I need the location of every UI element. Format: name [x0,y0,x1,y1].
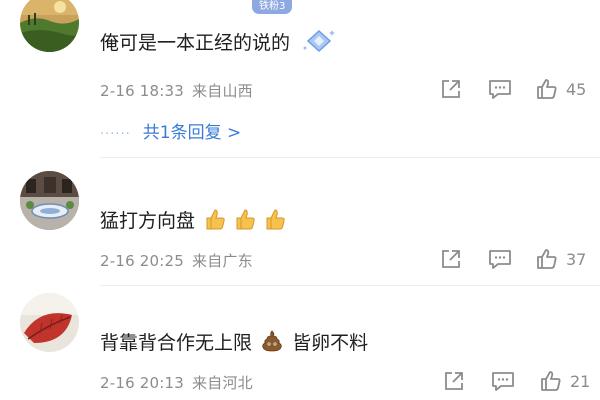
share-icon[interactable] [443,370,465,392]
comment-icon[interactable] [488,248,512,270]
courtyard-avatar-icon [20,171,79,230]
comment-time: 2-16 18:33 [100,82,185,100]
avatar[interactable] [20,293,79,352]
thumbs-up-icon[interactable] [539,369,563,393]
thumbs-up-icon[interactable] [535,77,559,101]
share-icon[interactable] [440,248,462,270]
divider [100,157,600,158]
view-replies-link[interactable]: ······ 共1条回复 > [100,118,241,143]
comment-location: 来自山西 [192,82,253,100]
comment-text: 背靠背合作无上限 皆卵不料 [100,328,368,358]
share-icon[interactable] [440,78,462,100]
landscape-avatar-icon [20,0,79,52]
diamond-sticker-icon [302,28,336,59]
avatar[interactable] [20,0,79,52]
thumbs-up-emoji-icon [235,207,257,236]
like-count: 21 [570,372,591,391]
comment-text: 猛打方向盘 [100,206,287,236]
like-count: 37 [566,250,587,269]
comment-location: 来自广东 [192,252,253,270]
replies-dots: ······ [100,127,131,142]
comment-body: 俺可是一本正经的说的 [100,32,291,54]
comment-meta: 2-16 20:13 来自河北 [100,372,253,393]
comment-body: 背靠背合作无上限 [100,332,253,354]
comment-body: 猛打方向盘 [100,210,196,232]
comment-icon[interactable] [488,78,512,100]
thumbs-up-icon[interactable] [535,247,559,271]
comment-text: 俺可是一本正经的说的 [100,28,336,59]
comment-meta: 2-16 18:33 来自山西 [100,80,253,101]
comment-time: 2-16 20:25 [100,252,185,270]
fan-badge: 铁粉3 [252,0,293,14]
poop-emoji-icon [260,329,284,358]
comment-meta: 2-16 20:25 来自广东 [100,250,253,271]
replies-label: 共1条回复 > [142,123,242,143]
like-count: 45 [566,80,587,99]
divider [100,285,600,286]
comment-icon[interactable] [491,370,515,392]
thumbs-up-emoji-icon [205,207,227,236]
thumbs-up-emoji-icon [265,207,287,236]
comment-time: 2-16 20:13 [100,374,185,392]
comment-body-suffix: 皆卵不料 [292,332,369,354]
leaf-avatar-icon [20,293,79,352]
avatar[interactable] [20,171,79,230]
comment-location: 来自河北 [192,374,253,392]
